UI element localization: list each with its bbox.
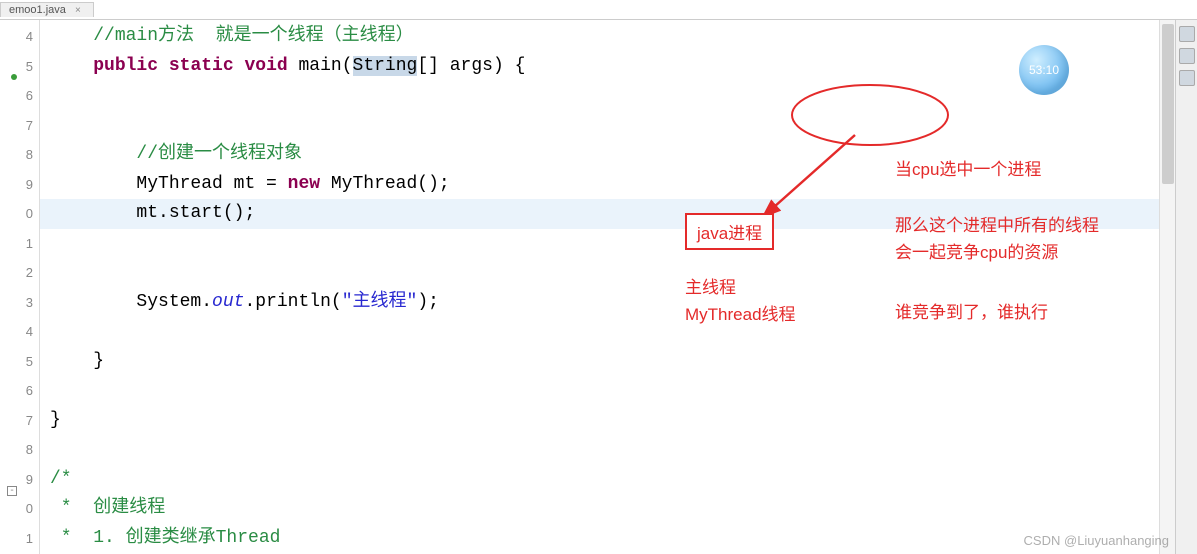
method-name: main: [299, 56, 342, 76]
gutter-row: 6: [0, 81, 39, 111]
code-line[interactable]: MyThread mt = new MyThread();: [50, 170, 1159, 200]
current-line[interactable]: mt.start();: [40, 199, 1159, 229]
close-icon[interactable]: ×: [75, 5, 81, 16]
gutter-row: 3: [0, 288, 39, 318]
code-editor[interactable]: //main方法 就是一个线程（主线程） public static void …: [40, 20, 1159, 554]
comment-text: //创建一个线程对象: [136, 144, 302, 164]
keyword: public: [93, 56, 158, 76]
file-tab[interactable]: emoo1.java ×: [0, 2, 94, 17]
gutter-row: 8: [0, 435, 39, 465]
outline-icon[interactable]: [1179, 26, 1195, 42]
gutter-row: 4: [0, 317, 39, 347]
code-line[interactable]: /*: [50, 465, 1159, 495]
keyword: void: [244, 56, 287, 76]
tools-icon[interactable]: [1179, 70, 1195, 86]
gutter-row: 4: [0, 22, 39, 52]
line-gutter: 4 5 6 7 8 9 0 1 2 3 4 5 6 7 8 -9 0 1: [0, 20, 40, 554]
code-line[interactable]: * 1. 创建类继承Thread: [50, 524, 1159, 554]
code-line[interactable]: [50, 376, 1159, 406]
selection: String: [353, 56, 418, 76]
editor-split: 4 5 6 7 8 9 0 1 2 3 4 5 6 7 8 -9 0 1 //m…: [0, 20, 1197, 554]
keyword: static: [169, 56, 234, 76]
code-line[interactable]: [50, 111, 1159, 141]
gutter-row: 1: [0, 229, 39, 259]
watermark: CSDN @Liuyuanhanging: [1024, 533, 1169, 548]
gutter-row: 2: [0, 258, 39, 288]
code-line[interactable]: [50, 81, 1159, 111]
code-line[interactable]: }: [50, 347, 1159, 377]
code-line[interactable]: [50, 229, 1159, 259]
code-line[interactable]: public static void main(String[] args) {: [50, 52, 1159, 82]
code-line[interactable]: //创建一个线程对象: [50, 140, 1159, 170]
gutter-row: 0: [0, 199, 39, 229]
code-line[interactable]: //main方法 就是一个线程（主线程）: [50, 22, 1159, 52]
string-literal: "主线程": [342, 292, 418, 312]
gutter-row: 7: [0, 406, 39, 436]
gutter-row: 6: [0, 376, 39, 406]
scrollbar[interactable]: [1159, 20, 1175, 554]
code-line[interactable]: [50, 258, 1159, 288]
tab-title: emoo1.java: [9, 4, 66, 16]
code-line[interactable]: }: [50, 406, 1159, 436]
scrollbar-thumb[interactable]: [1162, 24, 1174, 184]
run-marker-icon[interactable]: [11, 74, 17, 80]
code-line[interactable]: [50, 317, 1159, 347]
code-line[interactable]: [50, 435, 1159, 465]
keyword: new: [288, 174, 320, 194]
comment-text: //main方法 就是一个线程（主线程）: [93, 26, 413, 46]
gutter-row: 1: [0, 524, 39, 554]
gutter-row: 8: [0, 140, 39, 170]
field-out: out: [212, 292, 244, 312]
tasks-icon[interactable]: [1179, 48, 1195, 64]
right-toolbar: [1175, 20, 1197, 554]
gutter-row: 5: [0, 347, 39, 377]
gutter-row: -9: [0, 465, 39, 495]
gutter-row: 5: [0, 52, 39, 82]
tab-bar: emoo1.java ×: [0, 0, 1197, 20]
gutter-row: 9: [0, 170, 39, 200]
code-line[interactable]: * 创建线程: [50, 494, 1159, 524]
code-line[interactable]: System.out.println("主线程");: [50, 288, 1159, 318]
gutter-row: 0: [0, 494, 39, 524]
gutter-row: 7: [0, 111, 39, 141]
